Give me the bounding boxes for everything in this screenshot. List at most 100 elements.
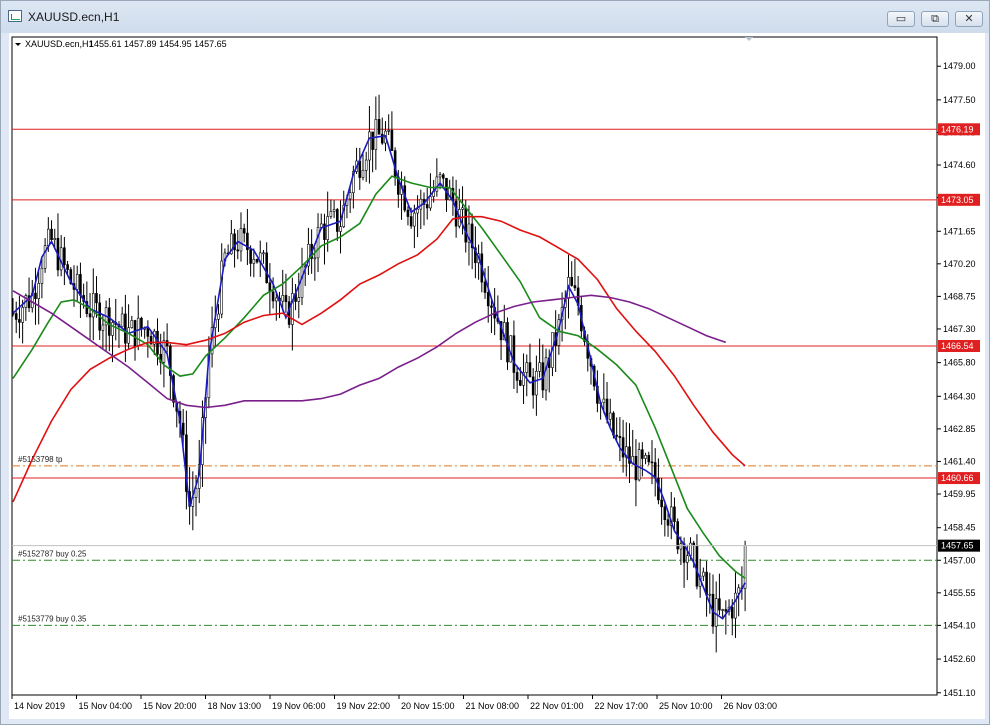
price-tick-label: 1464.30 [943, 391, 976, 401]
candle-body [140, 317, 143, 330]
candle-body [37, 283, 40, 300]
candle-body [666, 519, 670, 526]
candle-body [721, 609, 724, 611]
candle-body [724, 609, 728, 612]
candle-body [650, 461, 654, 464]
price-tick-label: 1470.20 [943, 259, 976, 269]
candle-body [265, 252, 268, 284]
candle-body [262, 252, 265, 255]
candle-body [371, 131, 374, 150]
price-tick-label: 1454.10 [943, 620, 976, 630]
candle-body [236, 249, 240, 252]
candle-body [133, 320, 137, 347]
title-bar: XAUUSD.ecn,H1 ▭ ⧉ ✕ [1, 1, 989, 33]
chart-window-icon [8, 10, 22, 22]
candle-body [660, 499, 663, 508]
time-tick-label: 25 Nov 10:00 [659, 701, 713, 711]
candle-body [531, 376, 535, 396]
candle-body [441, 174, 445, 179]
time-tick-label: 19 Nov 22:00 [337, 701, 391, 711]
price-tick-label: 1455.55 [943, 588, 976, 598]
candle-body [621, 437, 625, 458]
candle-body [406, 209, 410, 217]
price-chart[interactable]: 1479.001477.501476.051474.601473.151471.… [9, 33, 985, 719]
price-tick-label: 1457.00 [943, 555, 976, 565]
candle-body [249, 249, 252, 264]
candle-body [743, 545, 747, 589]
price-tag-label: 1473.05 [941, 195, 974, 205]
candle-body [686, 555, 689, 563]
chart-canvas[interactable]: 1479.001477.501476.051474.601473.151471.… [9, 33, 985, 719]
candle-body [300, 266, 304, 298]
candle-body [570, 276, 574, 286]
candle-body [413, 212, 416, 227]
close-button[interactable]: ✕ [955, 11, 983, 27]
candle-body [358, 160, 362, 178]
candle-body [515, 372, 519, 381]
price-tick-label: 1479.00 [943, 61, 976, 71]
minimize-button[interactable]: ▭ [887, 11, 915, 27]
window-title: XAUUSD.ecn,H1 [28, 10, 120, 24]
candle-body [573, 285, 577, 289]
candle-body [316, 227, 320, 259]
candle-body [692, 542, 696, 546]
candle-body [136, 317, 140, 347]
candle-body [602, 398, 606, 403]
candle-body [124, 313, 127, 344]
candle-body [644, 455, 647, 459]
candle-body [454, 200, 458, 227]
candle-body [181, 422, 185, 436]
candle-body [708, 593, 712, 596]
candle-body [66, 264, 69, 270]
candle-body [387, 130, 390, 132]
candle-body [416, 208, 419, 214]
price-tick-label: 1452.60 [943, 654, 976, 664]
candle-body [663, 506, 667, 521]
candle-body [101, 324, 105, 331]
time-tick-label: 22 Nov 01:00 [530, 701, 584, 711]
candle-body [43, 245, 47, 269]
order-label: #5153798 tp [18, 455, 63, 464]
candle-body [368, 131, 371, 161]
chart-symbol: XAUUSD.ecn,H1 [25, 39, 94, 49]
candle-body [718, 598, 721, 611]
candle-body [525, 362, 529, 373]
time-tick-label: 21 Nov 08:00 [466, 701, 520, 711]
price-tick-label: 1451.10 [943, 688, 976, 698]
candle-body [50, 228, 53, 240]
candle-body [111, 322, 114, 336]
candle-body [519, 380, 522, 386]
candle-body [464, 207, 468, 243]
moving-average-line-2 [12, 175, 746, 579]
candle-body [634, 455, 638, 481]
candle-body [490, 305, 493, 308]
candle-body [364, 159, 368, 171]
restore-button[interactable]: ⧉ [921, 11, 949, 27]
candle-body [313, 257, 317, 260]
candle-body [108, 307, 111, 336]
candle-body [695, 545, 699, 587]
candle-body [714, 598, 718, 627]
candle-body [608, 412, 612, 420]
candle-body [281, 295, 285, 302]
candle-body [63, 247, 66, 265]
price-tick-label: 1477.50 [943, 95, 976, 105]
candle-body [297, 297, 301, 302]
candle-body [647, 455, 651, 463]
candle-body [637, 449, 641, 481]
candle-body [679, 543, 683, 550]
candle-body [284, 295, 288, 302]
price-tick-label: 1461.40 [943, 456, 976, 466]
candle-body [425, 204, 429, 209]
candle-body [486, 292, 490, 307]
chart-window: XAUUSD.ecn,H1 ▭ ⧉ ✕ 1479.001477.501476.0… [0, 0, 990, 725]
candle-body [271, 291, 275, 302]
candle-body [252, 259, 256, 264]
candle-body [34, 292, 37, 300]
candle-body [336, 209, 339, 232]
candle-body [730, 606, 734, 619]
current-price-label: 1457.65 [941, 541, 974, 551]
price-tick-label: 1471.65 [943, 226, 976, 236]
price-tick-label: 1459.95 [943, 489, 976, 499]
order-label: #5153779 buy 0.35 [18, 614, 87, 623]
